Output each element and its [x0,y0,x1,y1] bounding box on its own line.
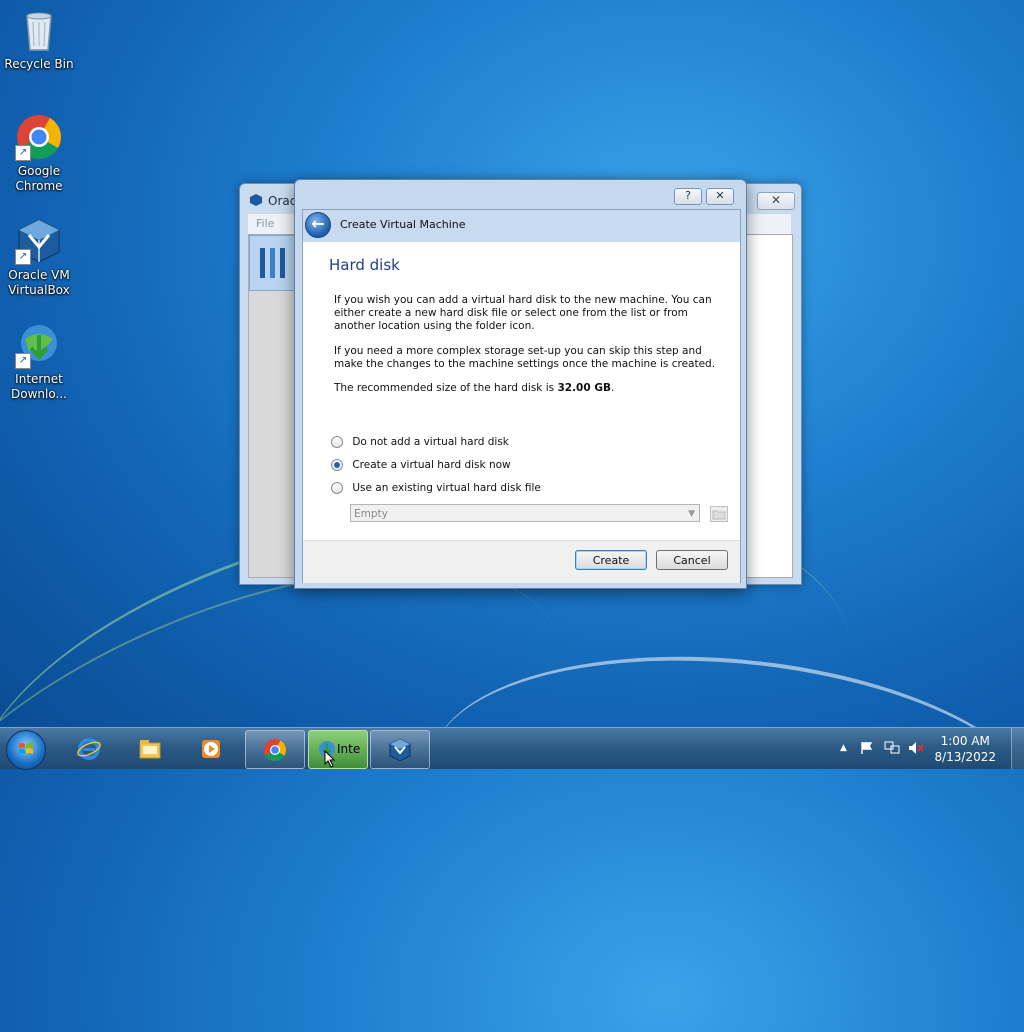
close-button[interactable]: ✕ [757,192,795,210]
network-icon[interactable] [884,741,900,755]
taskbar-internet-download-manager[interactable]: Inte [308,730,368,769]
radio-existing-disk[interactable]: Use an existing virtual hard disk file [331,482,541,498]
clock-date: 8/13/2022 [934,750,996,764]
desktop-icon-label: Recycle Bin [4,57,74,71]
chevron-down-icon: ▼ [688,509,695,519]
show-hidden-icons-icon[interactable]: ▲ [840,743,847,753]
taskbar-internet-explorer[interactable] [60,730,118,767]
radio-button[interactable] [331,436,343,448]
radio-button[interactable] [331,482,343,494]
taskbar-media-player[interactable] [182,730,240,767]
taskbar-item-label: Inte [337,742,361,756]
radio-button[interactable] [331,459,343,471]
existing-disk-select[interactable]: Empty ▼ [350,504,700,522]
taskbar: Inte ▲ 1:00 AM 8/13/2022 [0,727,1024,770]
chrome-icon: ↗ [15,113,63,161]
radio-label: Use an existing virtual hard disk file [352,482,541,494]
clock-time: 1:00 AM [940,734,990,748]
mouse-cursor-icon [324,750,336,768]
radio-label: Create a virtual hard disk now [352,459,511,471]
back-arrow-icon[interactable]: ← [305,212,331,238]
wizard-header: ← Create Virtual Machine [303,210,740,242]
system-tray: ▲ 1:00 AM 8/13/2022 [834,728,1024,769]
virtualbox-icon [250,194,262,206]
media-player-icon [202,740,220,758]
radio-label: Do not add a virtual hard disk [352,436,509,448]
recycle-bin-icon [15,6,63,54]
action-center-flag-icon[interactable] [860,741,874,755]
chrome-icon [264,739,286,761]
internet-explorer-icon [77,738,101,760]
desktop-icon-virtualbox[interactable]: ↗ Oracle VM VirtualBox [3,217,75,298]
menu-file[interactable]: File [248,214,282,233]
start-button[interactable] [6,730,46,770]
shortcut-arrow-icon: ↗ [15,353,31,369]
recommended-size-text: The recommended size of the hard disk is… [334,382,726,395]
window-title: Orac [268,194,297,208]
cancel-button[interactable]: Cancel [656,550,728,570]
radio-create-disk[interactable]: Create a virtual hard disk now [331,459,511,475]
folder-icon[interactable] [710,506,728,522]
close-button[interactable]: ✕ [706,188,734,205]
folder-icon [139,740,161,759]
recommended-size-prefix: The recommended size of the hard disk is [334,382,558,394]
show-desktop-button[interactable] [1011,728,1024,769]
virtualbox-icon [389,738,411,762]
page-title: Hard disk [329,256,400,274]
description-text: If you need a more complex storage set-u… [334,345,716,370]
shortcut-arrow-icon: ↗ [15,249,31,265]
select-value: Empty [354,508,388,520]
recommended-size-value: 32.00 GB [557,382,611,394]
idm-icon: ↗ [15,321,63,369]
volume-muted-icon[interactable] [908,741,924,755]
desktop-icon-label: Google Chrome [15,164,63,193]
desktop-icon-google-chrome[interactable]: ↗ Google Chrome [3,113,75,194]
taskbar-chrome[interactable] [245,730,305,769]
clock[interactable]: 1:00 AM 8/13/2022 [934,733,996,765]
desktop-icon-internet-download-manager[interactable]: ↗ Internet Downlo... [3,321,75,402]
shortcut-arrow-icon: ↗ [15,145,31,161]
dialog-client: ← Create Virtual Machine Hard disk If yo… [302,209,741,583]
radio-no-disk[interactable]: Do not add a virtual hard disk [331,436,509,452]
desktop-icon-label: Internet Downlo... [11,372,67,401]
help-button[interactable]: ? [674,188,702,205]
desktop-icon-recycle-bin[interactable]: Recycle Bin [3,6,75,72]
windows-logo-icon [19,743,33,754]
taskbar-file-explorer[interactable] [121,730,179,767]
description-text: If you wish you can add a virtual hard d… [334,294,712,332]
desktop-icon-label: Oracle VM VirtualBox [8,268,70,297]
wizard-title: Create Virtual Machine [340,218,466,231]
tools-icon [260,248,285,278]
virtualbox-icon: ↗ [15,217,63,265]
create-button[interactable]: Create [575,550,647,570]
create-vm-dialog[interactable]: ? ✕ ← Create Virtual Machine Hard disk I… [294,179,747,589]
recommended-size-suffix: . [610,382,615,394]
taskbar-virtualbox[interactable] [370,730,430,769]
